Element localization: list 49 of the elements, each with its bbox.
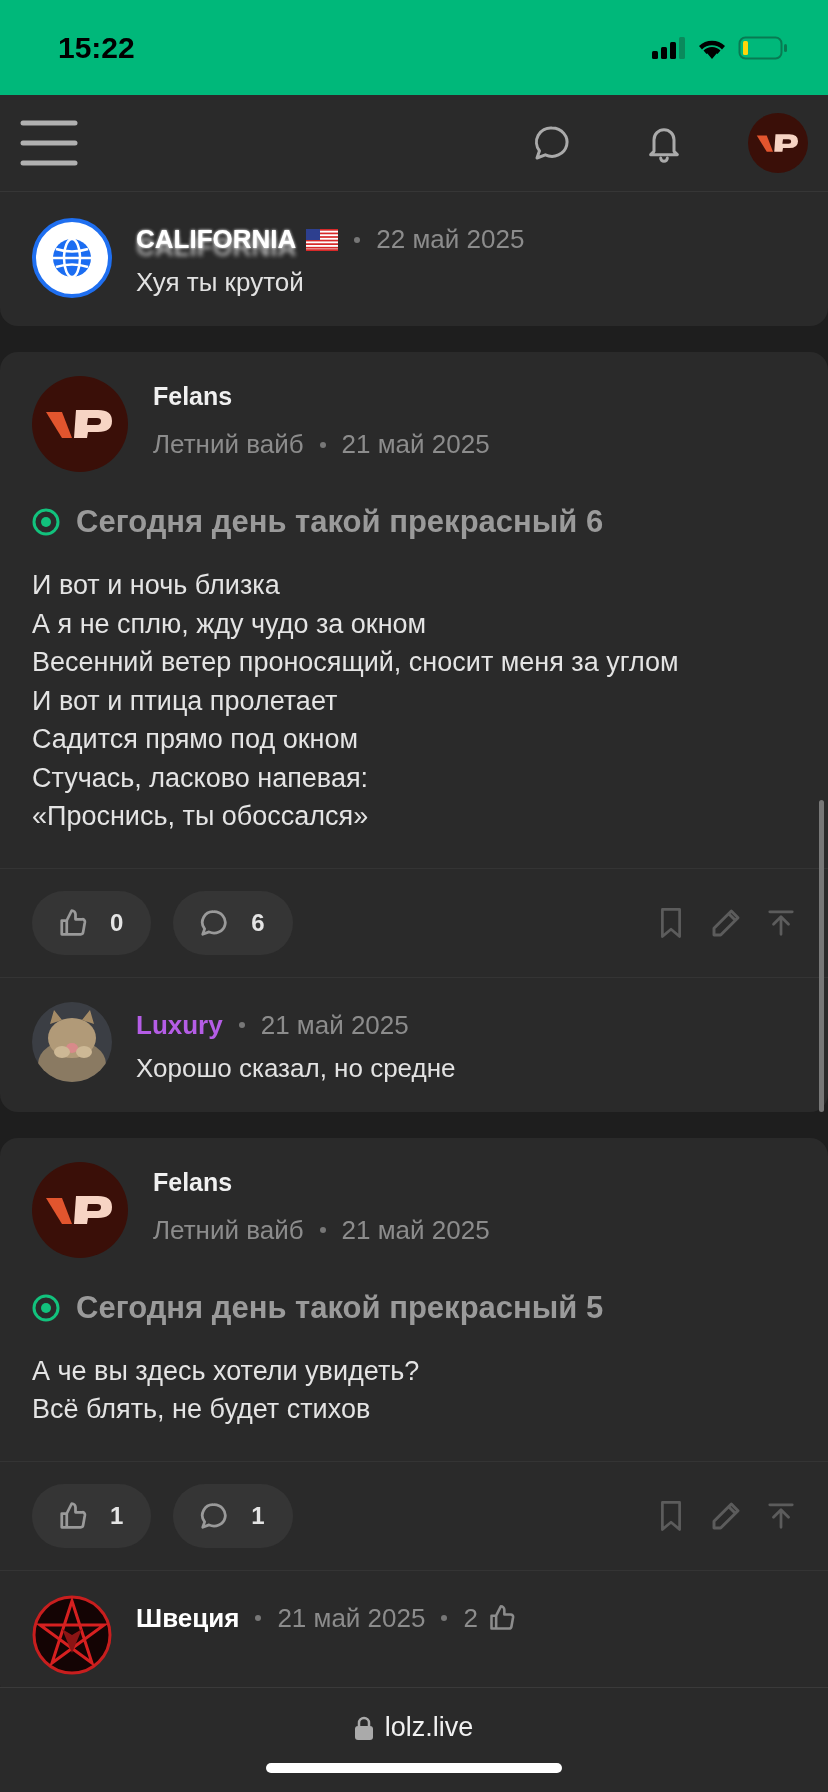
poem-line: И вот и птица пролетает [32,684,339,718]
thumbs-up-icon [487,1604,516,1632]
comment-date: 22 май 2025 [376,224,525,255]
author-name[interactable]: CALIFORNIA [136,224,297,255]
comment-date: 21 май 2025 [277,1602,426,1634]
user-status: Летний вайб [153,1214,304,1246]
post-title[interactable]: Сегодня день такой прекрасный 5 [76,1289,604,1326]
poem-line: Весенний ветер проносящий, сносит меня за углом [32,646,680,679]
post-date: 21 май 2025 [341,1214,490,1246]
like-button[interactable]: 1 [32,1483,152,1548]
signal-icon [652,36,686,59]
poem-line: Всё блять, не будет стихов [32,1393,372,1426]
comment-date: 21 май 2025 [260,1009,409,1041]
post-date: 21 май 2025 [341,429,490,460]
edit-icon[interactable] [710,906,742,939]
thumbs-up-icon [58,1500,88,1531]
comments-button[interactable]: 1 [173,1483,293,1548]
menu-icon[interactable] [20,119,78,167]
logo-avatar [748,113,808,173]
target-icon [32,508,60,536]
profile-avatar-button[interactable] [748,113,808,173]
address-url[interactable]: lolz.live [384,1712,474,1743]
author-name[interactable]: Luxury [136,1009,223,1041]
poem-line: «Проснись, ты обоссался» [32,800,370,833]
author-name[interactable]: Felans [153,1167,490,1197]
scroll-top-icon[interactable] [766,907,796,938]
poem-line: А я не сплю, жду чудо за окном [32,607,428,641]
scroll-top-icon[interactable] [766,1500,796,1531]
user-status: Летний вайб [153,429,304,460]
thumbs-up-icon [58,907,88,938]
poem-line: Стучась, ласково напевая: [32,761,370,795]
poem-line: А че вы здесь хотели увидеть? [32,1354,421,1388]
like-count: 2 [463,1602,478,1634]
lock-icon [354,1715,373,1740]
comment-text: Хорошо сказал, но средне [136,1052,456,1084]
target-icon [32,1293,60,1322]
comments-button[interactable]: 6 [173,890,293,955]
edit-icon[interactable] [710,1499,742,1532]
poem-line: Садится прямо под окном [32,723,359,756]
post-title[interactable]: Сегодня день такой прекрасный 6 [76,504,604,540]
comment-icon [199,907,230,938]
status-time: 15:22 [58,30,135,65]
comment-icon [199,1500,230,1531]
comment-text: Хуя ты крутой [136,267,305,298]
like-button[interactable]: 0 [32,890,152,955]
author-name[interactable]: Швеция [136,1602,240,1634]
author-name[interactable]: Felans [153,382,490,411]
battery-icon [738,35,788,60]
poem-line: И вот и ночь близка [32,569,281,602]
